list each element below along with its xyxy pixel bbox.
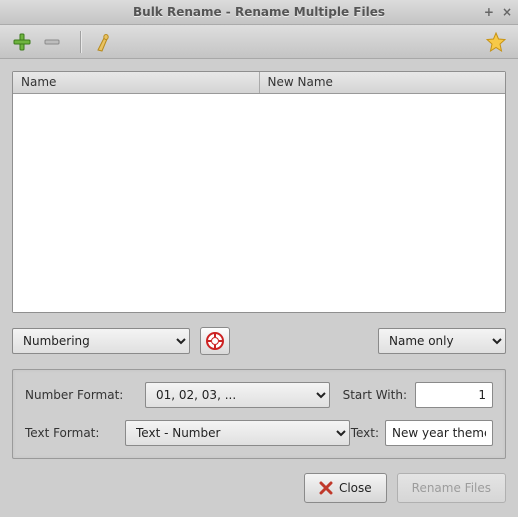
text-label: Text:: [351, 426, 379, 440]
text-format-select[interactable]: Text - Number: [125, 420, 350, 446]
start-with-label: Start With:: [343, 388, 407, 402]
clear-button[interactable]: [91, 30, 115, 54]
window-controls: + ×: [484, 5, 512, 19]
file-list-body[interactable]: [13, 94, 505, 312]
add-file-button[interactable]: [10, 30, 34, 54]
text-format-label: Text Format:: [25, 426, 125, 440]
close-icon: [319, 481, 333, 495]
favorite-button[interactable]: [484, 30, 508, 54]
file-list: Name New Name: [12, 71, 506, 313]
window-title: Bulk Rename - Rename Multiple Files: [133, 5, 385, 19]
number-format-select[interactable]: 01, 02, 03, ...: [145, 382, 330, 408]
rename-mode-select[interactable]: Numbering: [12, 328, 190, 354]
text-format-row: Text Format: Text - Number Text:: [25, 420, 493, 446]
number-format-label: Number Format:: [25, 388, 145, 402]
button-bar: Close Rename Files: [12, 473, 506, 503]
rename-files-button: Rename Files: [397, 473, 506, 503]
remove-file-button[interactable]: [40, 30, 64, 54]
titlebar: Bulk Rename - Rename Multiple Files + ×: [0, 0, 518, 25]
number-format-row: Number Format: 01, 02, 03, ... Start Wit…: [25, 382, 493, 408]
mode-row: Numbering Name only: [12, 327, 506, 355]
toolbar: [0, 25, 518, 59]
rename-files-label: Rename Files: [412, 481, 491, 495]
text-input[interactable]: [385, 420, 493, 446]
file-list-header: Name New Name: [13, 72, 505, 94]
toolbar-separator: [80, 31, 81, 53]
content: Name New Name Numbering Name only Number…: [0, 59, 518, 515]
start-with-input[interactable]: [415, 382, 493, 408]
column-name[interactable]: Name: [13, 72, 260, 93]
close-button[interactable]: Close: [304, 473, 387, 503]
column-newname[interactable]: New Name: [260, 72, 506, 93]
minimize-button[interactable]: +: [484, 5, 494, 19]
options-panel: Number Format: 01, 02, 03, ... Start Wit…: [12, 369, 506, 459]
rename-scope-select[interactable]: Name only: [378, 328, 506, 354]
close-window-button[interactable]: ×: [502, 5, 512, 19]
close-button-label: Close: [339, 481, 372, 495]
help-button[interactable]: [200, 327, 230, 355]
